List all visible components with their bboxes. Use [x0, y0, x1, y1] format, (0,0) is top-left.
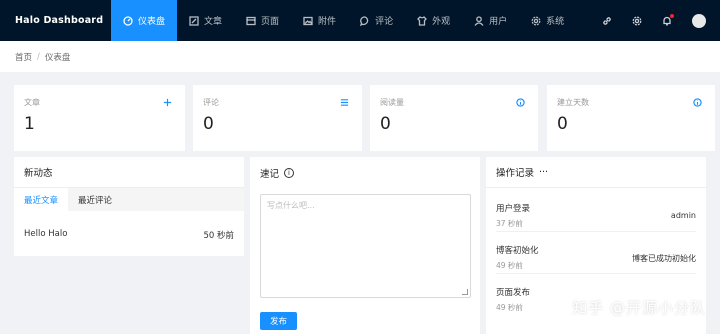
- list-item[interactable]: Hello Halo 50 秒前: [24, 229, 234, 241]
- nav-pages[interactable]: 页面: [234, 0, 291, 41]
- breadcrumb: 首页 / 仪表盘: [0, 41, 720, 72]
- panel-title: 速记 i: [250, 157, 480, 188]
- nav-attachments[interactable]: 附件: [291, 0, 348, 41]
- stat-label: 文章: [24, 98, 40, 107]
- nav-users[interactable]: 用户: [462, 0, 519, 41]
- logs-title: 操作记录: [496, 168, 535, 179]
- page-icon: [246, 16, 256, 25]
- list-item: 博客初始化 49 秒前 博客已成功初始化: [496, 244, 696, 274]
- log-detail: 博客已成功初始化: [632, 254, 696, 263]
- journal-title: 速记: [260, 168, 280, 180]
- top-navbar: Halo Dashboard 仪表盘 文章 页面 附件 评论 外观 用户 系统: [0, 0, 720, 41]
- main-nav: 仪表盘 文章 页面 附件 评论 外观 用户 系统: [111, 0, 576, 41]
- stat-label: 阅读量: [380, 98, 404, 107]
- info-icon[interactable]: [516, 98, 525, 110]
- breadcrumb-separator: /: [37, 51, 40, 62]
- stat-value: 0: [557, 114, 568, 134]
- gear-icon[interactable]: [632, 16, 642, 26]
- skin-icon: [417, 15, 427, 26]
- stat-card-posts: 文章 1: [14, 85, 185, 151]
- nav-dashboard[interactable]: 仪表盘: [111, 0, 178, 41]
- message-icon: [360, 15, 369, 26]
- divider: [496, 231, 696, 232]
- nav-comments[interactable]: 评论: [348, 0, 405, 41]
- plus-icon[interactable]: [163, 98, 172, 110]
- stat-value: 0: [203, 114, 214, 134]
- nav-label: 用户: [489, 17, 508, 27]
- divider: [496, 273, 696, 274]
- link-icon[interactable]: [602, 16, 612, 26]
- post-time: 50 秒前: [203, 231, 234, 241]
- stat-value: 1: [24, 114, 35, 134]
- dashboard-icon: [123, 15, 133, 26]
- nav-appearance[interactable]: 外观: [405, 0, 462, 41]
- resize-handle-icon[interactable]: [462, 289, 468, 295]
- stat-card-views: 阅读量 0: [370, 85, 538, 151]
- avatar[interactable]: [692, 13, 706, 28]
- header-actions: [602, 0, 706, 41]
- breadcrumb-home[interactable]: 首页: [15, 51, 32, 63]
- nav-label: 仪表盘: [138, 17, 166, 27]
- stat-value: 0: [380, 114, 391, 134]
- nav-system[interactable]: 系统: [519, 0, 576, 41]
- log-detail: admin: [670, 211, 696, 220]
- stat-label: 建立天数: [557, 98, 589, 107]
- nav-label: 附件: [318, 17, 337, 27]
- activity-panel: 新动态 最近文章 最近评论 Hello Halo 50 秒前: [14, 157, 244, 256]
- nav-label: 外观: [432, 17, 451, 27]
- journal-textarea[interactable]: 写点什么吧...: [260, 194, 471, 298]
- notification-bell[interactable]: [662, 13, 674, 26]
- stat-label: 评论: [203, 98, 219, 107]
- activity-title: 新动态: [24, 168, 53, 179]
- breadcrumb-current: 仪表盘: [44, 52, 71, 63]
- nav-label: 系统: [546, 17, 565, 27]
- publish-button[interactable]: 发布: [260, 312, 297, 330]
- activity-tabs: 最近文章 最近评论: [14, 188, 244, 211]
- nav-label: 文章: [204, 17, 223, 27]
- textarea-placeholder: 写点什么吧...: [267, 201, 315, 210]
- post-title[interactable]: Hello Halo: [24, 229, 67, 241]
- stat-card-days: 建立天数 0: [547, 85, 715, 151]
- stat-card-comments: 评论 0: [193, 85, 362, 151]
- journal-panel: 速记 i 写点什么吧... 发布: [250, 157, 480, 334]
- panel-title: 新动态: [14, 157, 244, 188]
- info-circle-icon[interactable]: i: [284, 167, 295, 178]
- form-icon: [189, 15, 199, 26]
- brand-logo[interactable]: Halo Dashboard: [0, 15, 111, 26]
- log-title: 用户登录: [496, 204, 531, 214]
- nav-posts[interactable]: 文章: [177, 0, 234, 41]
- watermark: 知乎 @开源小分队: [572, 299, 706, 317]
- list-item: 用户登录 37 秒前 admin: [496, 202, 696, 232]
- panel-title: 操作记录 ···: [486, 157, 706, 188]
- nav-label: 页面: [261, 17, 280, 27]
- tab-recent-posts[interactable]: 最近文章: [14, 188, 69, 211]
- user-icon: [474, 15, 484, 26]
- nav-label: 评论: [375, 17, 394, 27]
- tab-recent-comments[interactable]: 最近评论: [68, 188, 122, 211]
- picture-icon: [303, 16, 313, 25]
- setting-icon: [531, 16, 541, 25]
- log-time: 37 秒前: [496, 219, 523, 228]
- menu-icon[interactable]: [340, 98, 349, 110]
- more-icon[interactable]: ···: [539, 167, 548, 178]
- info-icon[interactable]: [693, 98, 702, 110]
- notification-badge: [670, 13, 674, 18]
